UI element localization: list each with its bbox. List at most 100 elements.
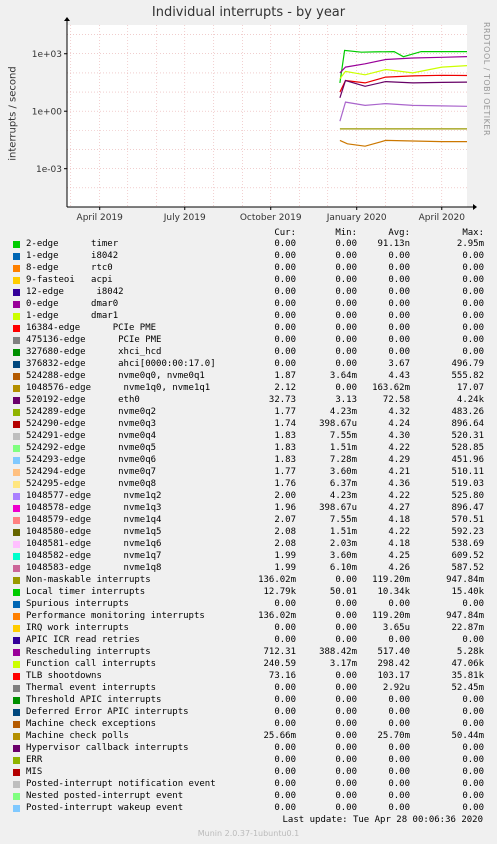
- legend-swatch: [13, 253, 20, 260]
- legend-value-min: 4.23m: [329, 407, 357, 417]
- legend-value-avg: 4.25: [388, 551, 410, 561]
- legend-value-max: 0.00: [462, 779, 484, 789]
- legend-label: 475136-edge PCIe PME: [26, 335, 162, 345]
- legend-value-min: 0.00: [335, 695, 357, 705]
- legend-value-max: 555.82: [451, 371, 484, 381]
- legend-value-min: 3.60m: [329, 467, 357, 477]
- legend-value-max: 609.52: [451, 551, 484, 561]
- legend-value-max: 538.69: [451, 539, 484, 549]
- legend-swatch: [13, 673, 20, 680]
- legend-swatch: [13, 469, 20, 476]
- legend-value-max: 0.00: [462, 755, 484, 765]
- legend-value-max: 0.00: [462, 719, 484, 729]
- legend-label: 9-fasteoi acpi: [26, 275, 113, 285]
- legend-value-min: 0.00: [335, 287, 357, 297]
- legend-row: 524293-edge nvme0q6 1.83 7.28m 4.29 451.96: [0, 454, 497, 466]
- legend-swatch: [13, 301, 20, 308]
- legend-row: TLB shootdowns 73.16 0.00 103.17 35.81k: [0, 670, 497, 682]
- legend-value-max: 0.00: [462, 287, 484, 297]
- legend-value-cur: 1.99: [274, 551, 296, 561]
- legend-value-avg: 3.65u: [382, 623, 410, 633]
- legend-row: Machine check exceptions 0.00 0.00 0.00 0.00: [0, 718, 497, 730]
- legend-value-cur: 0.00: [274, 803, 296, 813]
- legend-value-cur: 1.83: [274, 431, 296, 441]
- legend-value-max: 519.03: [451, 479, 484, 489]
- legend-label: Nested posted-interrupt event: [26, 791, 184, 801]
- legend-row: 524290-edge nvme0q3 1.74 398.67u 4.24 896.64: [0, 418, 497, 430]
- legend-value-max: 17.07: [456, 383, 484, 393]
- legend-row: Machine check polls 25.66m 0.00 25.70m 50.44…: [0, 730, 497, 742]
- legend-label: Threshold APIC interrupts: [26, 695, 162, 705]
- legend-value-min: 7.55m: [329, 431, 357, 441]
- legend-row: Rescheduling interrupts 712.31 388.42m 517.…: [0, 646, 497, 658]
- legend-value-min: 3.13: [335, 395, 357, 405]
- legend-value-min: 0.00: [335, 275, 357, 285]
- legend-value-avg: 0.00: [388, 299, 410, 309]
- legend-value-avg: 4.22: [388, 527, 410, 537]
- legend-value-max: 0.00: [462, 635, 484, 645]
- legend-label: Thermal event interrupts: [26, 683, 157, 693]
- legend-value-min: 0.00: [335, 251, 357, 261]
- legend-label: 1048579-edge nvme1q4: [26, 515, 162, 525]
- legend-label: 327680-edge xhci_hcd: [26, 347, 162, 357]
- legend-value-cur: 2.07: [274, 515, 296, 525]
- legend-value-max: 0.00: [462, 743, 484, 753]
- legend-value-avg: 0.00: [388, 779, 410, 789]
- legend-value-max: 35.81k: [451, 671, 484, 681]
- legend-value-cur: 0.00: [274, 707, 296, 717]
- legend-value-max: 0.00: [462, 275, 484, 285]
- legend-swatch: [13, 373, 20, 380]
- legend-value-max: 52.45m: [451, 683, 484, 693]
- legend-value-cur: 0.00: [274, 347, 296, 357]
- legend-row: 12-edge i8042 0.00 0.00 0.00 0.00: [0, 286, 497, 298]
- legend-label: Posted-interrupt wakeup event: [26, 803, 184, 813]
- legend-swatch: [13, 361, 20, 368]
- legend-swatch: [13, 337, 20, 344]
- legend-swatch: [13, 385, 20, 392]
- legend-label: 524289-edge nvme0q2: [26, 407, 157, 417]
- legend-row: 524288-edge nvme0q0, nvme0q1 1.87 3.64m 4.4…: [0, 370, 497, 382]
- legend-value-avg: 0.00: [388, 275, 410, 285]
- legend-value-max: 510.11: [451, 467, 484, 477]
- legend-value-avg: 163.62m: [372, 383, 410, 393]
- legend-value-cur: 1.83: [274, 455, 296, 465]
- legend-label: 12-edge i8042: [26, 287, 124, 297]
- legend-swatch: [13, 241, 20, 248]
- legend-value-min: 3.17m: [329, 659, 357, 669]
- legend-value-cur: 240.59: [263, 659, 296, 669]
- legend-value-avg: 4.24: [388, 419, 410, 429]
- legend-value-max: 0.00: [462, 263, 484, 273]
- legend-value-avg: 4.43: [388, 371, 410, 381]
- legend-value-min: 0.00: [335, 623, 357, 633]
- legend-row: Spurious interrupts 0.00 0.00 0.00 0.00: [0, 598, 497, 610]
- legend-value-cur: 1.77: [274, 467, 296, 477]
- legend-value-max: 5.28k: [456, 647, 484, 657]
- legend-value-avg: 4.21: [388, 467, 410, 477]
- legend-label: 524293-edge nvme0q6: [26, 455, 157, 465]
- legend-row: Local timer interrupts 12.79k 50.01 10.34k 1…: [0, 586, 497, 598]
- legend-label: 376832-edge ahci[0000:00:17.0]: [26, 359, 216, 369]
- legend-value-avg: 4.30: [388, 431, 410, 441]
- legend-row: Function call interrupts 240.59 3.17m 298.4…: [0, 658, 497, 670]
- legend-value-avg: 0.00: [388, 599, 410, 609]
- legend-value-cur: 73.16: [268, 671, 296, 681]
- legend-value-min: 398.67u: [319, 419, 357, 429]
- legend-value-avg: 25.70m: [377, 731, 410, 741]
- legend-label: 524288-edge nvme0q0, nvme0q1: [26, 371, 205, 381]
- legend-value-min: 0.00: [335, 791, 357, 801]
- legend-value-min: 2.03m: [329, 539, 357, 549]
- legend-value-cur: 0.00: [274, 599, 296, 609]
- legend-row: 327680-edge xhci_hcd 0.00 0.00 0.00 0.00: [0, 346, 497, 358]
- legend-value-cur: 32.73: [268, 395, 296, 405]
- legend-value-avg: 2.92u: [382, 683, 410, 693]
- legend-header-min: Min:: [335, 228, 357, 238]
- legend-swatch: [13, 709, 20, 716]
- legend-value-cur: 0.00: [274, 311, 296, 321]
- legend-swatch: [13, 529, 20, 536]
- legend-swatch: [13, 601, 20, 608]
- legend-value-cur: 0.00: [274, 359, 296, 369]
- x-tick-label: July 2019: [163, 213, 206, 223]
- legend-value-cur: 136.02m: [258, 575, 296, 585]
- legend-swatch: [13, 325, 20, 332]
- legend-swatch: [13, 457, 20, 464]
